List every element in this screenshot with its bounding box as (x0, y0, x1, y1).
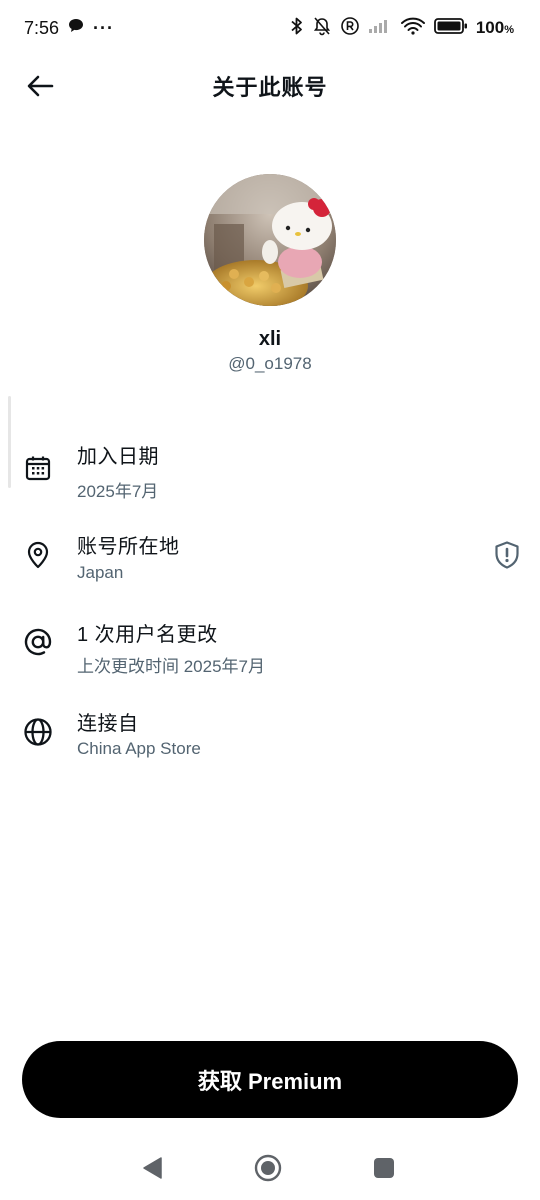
info-value: Japan (77, 563, 124, 582)
location-pin-icon (22, 539, 54, 571)
handle: @0_o1978 (228, 354, 312, 373)
chat-bubble-icon (67, 17, 85, 40)
display-name: xli (258, 328, 282, 350)
calendar-icon (22, 452, 54, 484)
status-time: 7:56 (24, 17, 60, 38)
registered-icon (340, 16, 360, 41)
bell-muted-icon (312, 16, 332, 41)
battery-icon (433, 17, 468, 40)
battery-percent: 100% (476, 18, 514, 38)
globe-icon (22, 716, 54, 748)
about-account-screen: 7:56 ··· 100% 关于此账号 xli @0_o1978 加入日期 20… (0, 0, 540, 1200)
at-sign-icon (22, 626, 54, 658)
more-notifications-indicator: ··· (93, 17, 115, 38)
info-value: 2025年7月 (77, 482, 159, 501)
battery-percent-value: 100 (475, 18, 505, 37)
info-value: 上次更改时间 2025年7月 (77, 657, 265, 676)
info-label: 1 次用户名更改 (77, 624, 218, 646)
nav-recents-icon[interactable] (368, 1152, 400, 1184)
back-button[interactable] (22, 68, 58, 104)
arrow-left-icon (27, 75, 54, 97)
shield-alert-icon[interactable] (492, 539, 522, 571)
info-label: 连接自 (77, 713, 139, 735)
info-item-join-date: 加入日期 2025年7月 (0, 438, 540, 508)
nav-home-icon[interactable] (252, 1152, 284, 1184)
system-nav-bar (0, 1140, 540, 1200)
avatar[interactable] (204, 174, 336, 306)
info-value: China App Store (77, 739, 201, 758)
status-left: 7:56 ··· (24, 17, 114, 40)
info-label: 账号所在地 (77, 536, 180, 558)
battery-percent-unit: % (504, 24, 514, 36)
wifi-icon (400, 16, 426, 41)
signal-icon (368, 18, 392, 39)
info-label: 加入日期 (77, 446, 159, 468)
nav-back-icon[interactable] (136, 1152, 168, 1184)
avatar-image (204, 174, 336, 306)
status-bar: 7:56 ··· 100% (0, 0, 540, 56)
info-item-connected-via: 连接自 China App Store (0, 704, 540, 774)
status-right: 100% (290, 16, 514, 41)
page-title: 关于此账号 (212, 75, 328, 100)
bluetooth-icon (290, 16, 304, 41)
info-item-account-location: 账号所在地 Japan (0, 528, 540, 598)
header: 关于此账号 (0, 58, 540, 114)
get-premium-button[interactable]: 获取 Premium (22, 1041, 518, 1118)
info-item-username-changes: 1 次用户名更改 上次更改时间 2025年7月 (0, 616, 540, 686)
